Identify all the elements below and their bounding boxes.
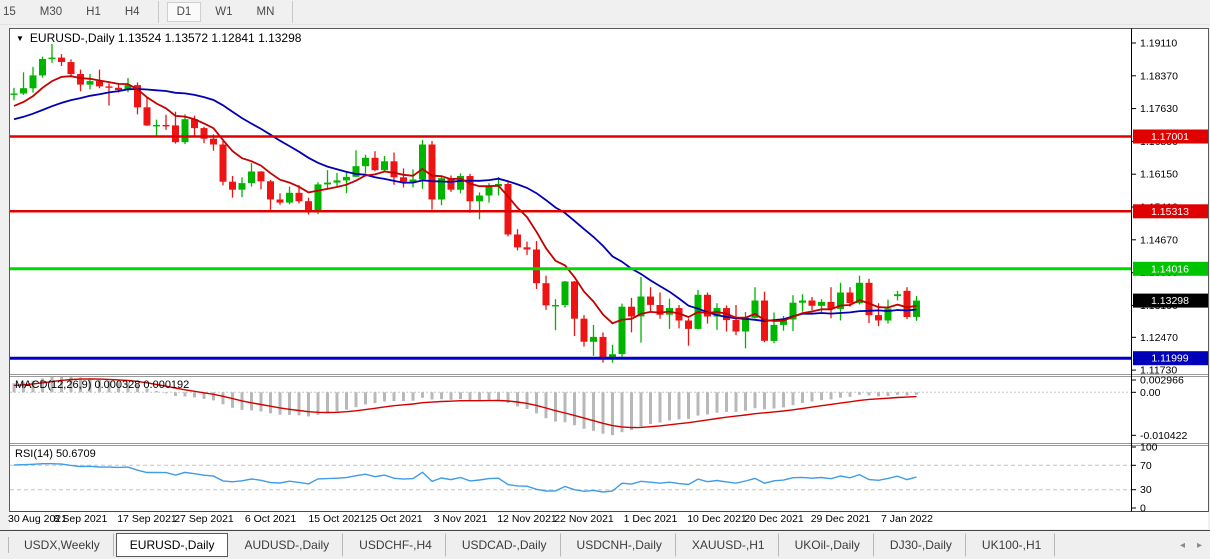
timeframe-button-mn[interactable]: MN [247,2,285,22]
tab-dj30-daily[interactable]: DJ30-,Daily [876,533,966,557]
svg-text:29 Dec 2021: 29 Dec 2021 [811,513,871,525]
svg-text:7 Jan 2022: 7 Jan 2022 [881,513,933,525]
svg-text:1.14016: 1.14016 [1151,263,1189,275]
tab-usdcnh-daily[interactable]: USDCNH-,Daily [563,533,676,557]
symbol-dropdown-icon[interactable]: ▼ [16,34,24,43]
timeframe-button-w1[interactable]: W1 [205,2,242,22]
chart-tabbar: USDX,Weekly EURUSD-,Daily AUDUSD-,Daily … [0,530,1210,559]
tab-usdcad-daily[interactable]: USDCAD-,Daily [448,533,561,557]
timeframe-toolbar: 15 M30 H1 H4 D1 W1 MN [0,0,1210,25]
tabbar-separator [8,537,9,553]
tab-eurusd-daily[interactable]: EURUSD-,Daily [116,533,229,557]
tab-audusd-daily[interactable]: AUDUSD-,Daily [230,533,343,557]
macd-label: MACD(12,26,9) 0.000328 0.000192 [15,379,189,391]
svg-text:1.17001: 1.17001 [1151,131,1189,143]
svg-text:100: 100 [1140,442,1158,454]
svg-text:1 Dec 2021: 1 Dec 2021 [624,513,678,525]
svg-text:8 Sep 2021: 8 Sep 2021 [54,513,108,525]
svg-text:27 Sep 2021: 27 Sep 2021 [174,513,234,525]
svg-text:25 Oct 2021: 25 Oct 2021 [365,513,422,525]
svg-text:1.11999: 1.11999 [1151,353,1188,365]
timeframe-button-m30[interactable]: M30 [30,2,72,22]
svg-text:12 Nov 2021: 12 Nov 2021 [497,513,557,525]
svg-text:10 Dec 2021: 10 Dec 2021 [687,513,747,525]
tab-usdx-weekly[interactable]: USDX,Weekly [10,533,114,557]
tab-scroll-right-icon[interactable]: ▸ [1197,540,1202,551]
svg-text:70: 70 [1140,460,1152,472]
svg-text:1.17630: 1.17630 [1140,103,1178,115]
svg-text:0.00: 0.00 [1140,387,1161,399]
rsi-label: RSI(14) 50.6709 [15,448,96,460]
svg-text:0: 0 [1140,503,1146,515]
timeframe-button-m15[interactable]: 15 [0,2,26,22]
tab-uk100-h1[interactable]: UK100-,H1 [968,533,1055,557]
svg-text:1.13298: 1.13298 [1151,295,1189,307]
toolbar-separator [158,1,159,23]
timeframe-button-h1[interactable]: H1 [76,2,111,22]
svg-text:1.12470: 1.12470 [1140,332,1178,344]
chart-canvas[interactable]: 1.191101.183701.176301.168901.161501.154… [0,26,1210,530]
timeframe-button-d1[interactable]: D1 [167,2,202,22]
svg-text:-0.010422: -0.010422 [1140,430,1187,442]
svg-text:1.15313: 1.15313 [1151,206,1189,218]
tab-scroll-left-icon[interactable]: ◂ [1180,540,1185,551]
chart-area: 1.191101.183701.176301.168901.161501.154… [0,26,1210,530]
chart-title: ▼ EURUSD-,Daily 1.13524 1.13572 1.12841 1… [16,31,301,45]
svg-text:15 Oct 2021: 15 Oct 2021 [308,513,365,525]
svg-text:20 Dec 2021: 20 Dec 2021 [744,513,804,525]
svg-text:0.002966: 0.002966 [1140,375,1184,387]
svg-text:1.19110: 1.19110 [1140,38,1177,50]
svg-text:1.14670: 1.14670 [1140,234,1178,246]
svg-text:22 Nov 2021: 22 Nov 2021 [554,513,614,525]
tab-usdchf-h4[interactable]: USDCHF-,H4 [345,533,446,557]
svg-text:6 Oct 2021: 6 Oct 2021 [245,513,297,525]
timeframe-button-h4[interactable]: H4 [115,2,150,22]
svg-text:1.16150: 1.16150 [1140,169,1178,181]
tab-xauusd-h1[interactable]: XAUUSD-,H1 [678,533,779,557]
svg-text:3 Nov 2021: 3 Nov 2021 [434,513,488,525]
tab-scroll-arrows: ◂ ▸ [1180,540,1202,551]
svg-text:30: 30 [1140,484,1152,496]
toolbar-separator [292,1,293,23]
svg-text:1.18370: 1.18370 [1140,70,1178,82]
mt4-window: 15 M30 H1 H4 D1 W1 MN 1.19110 1.18370 1.17… [0,0,1210,559]
chart-title-text: EURUSD-,Daily 1.13524 1.13572 1.12841 1.… [30,31,302,45]
tab-ukoil-daily[interactable]: UKOil-,Daily [781,533,874,557]
svg-text:17 Sep 2021: 17 Sep 2021 [117,513,177,525]
